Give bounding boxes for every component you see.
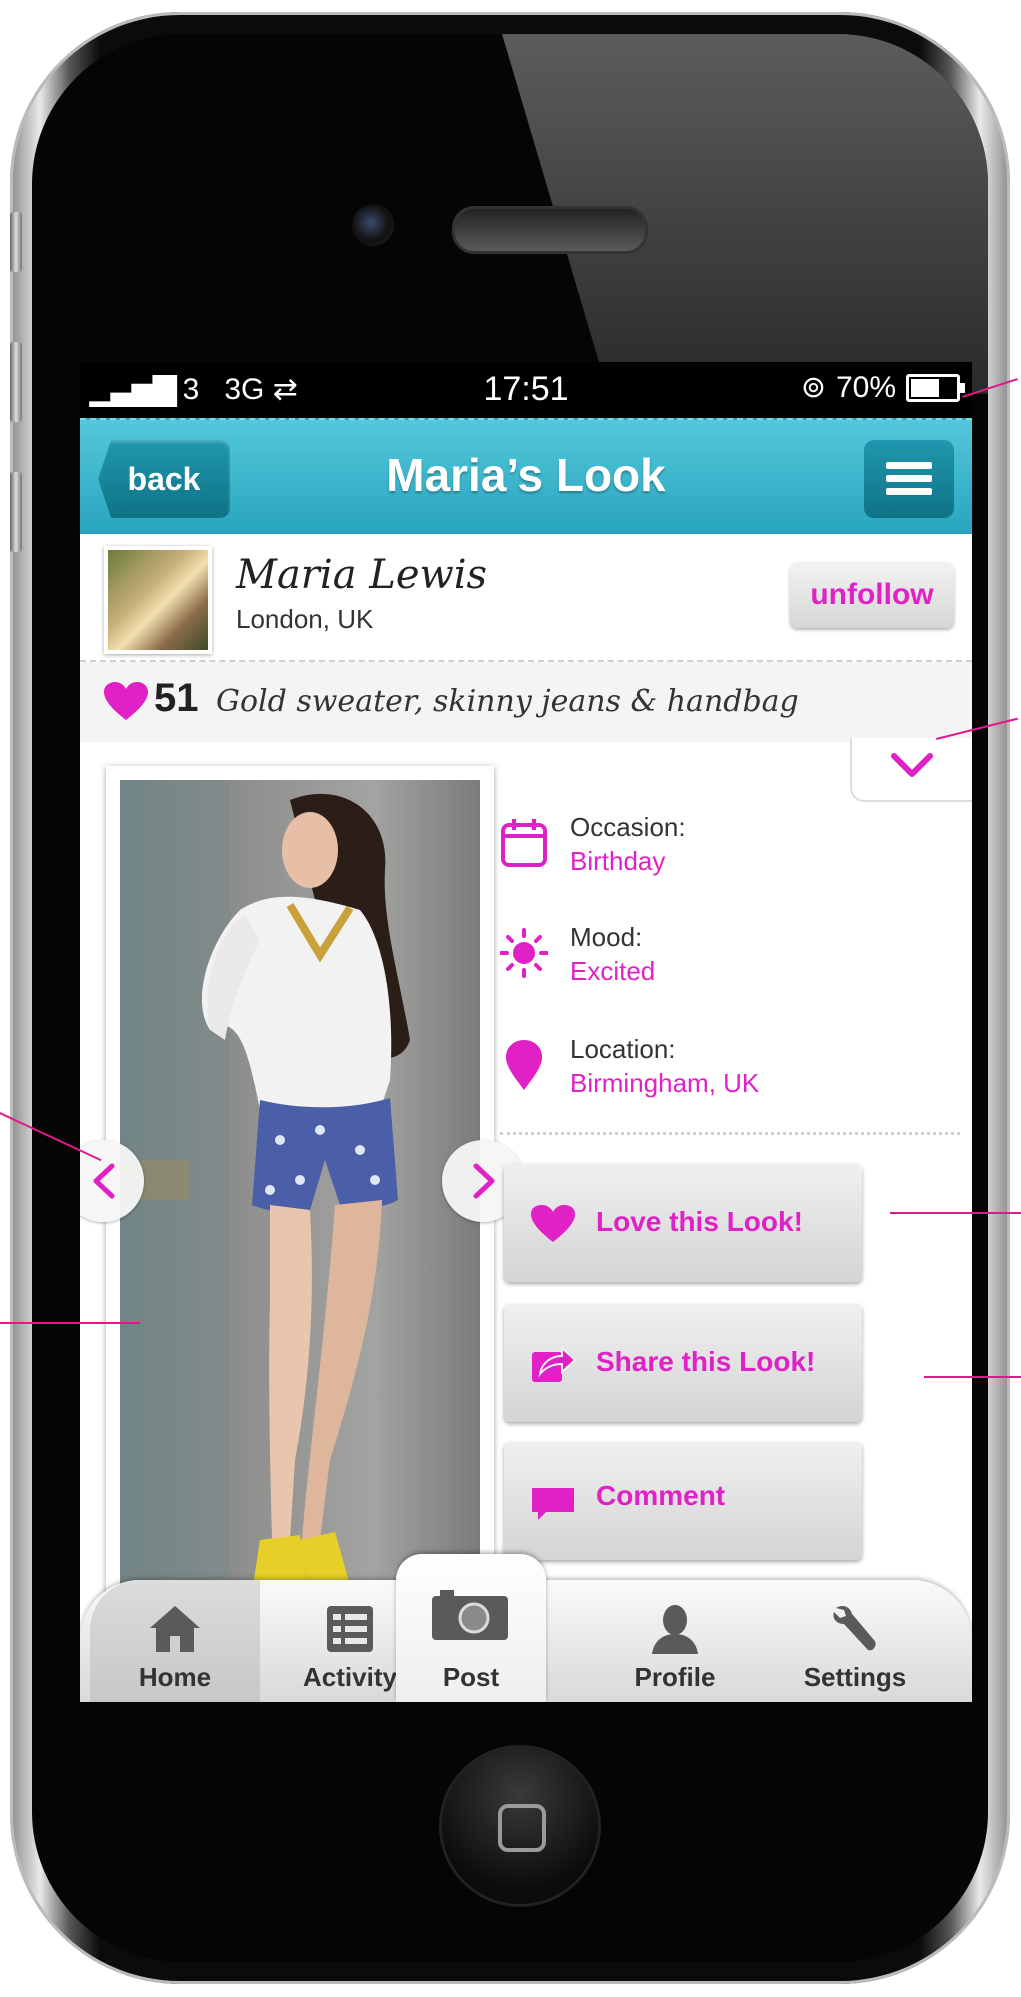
menu-icon [886, 462, 932, 469]
comment-button[interactable]: Comment [504, 1442, 862, 1560]
detail-value: Excited [570, 956, 656, 986]
share-icon [532, 1345, 576, 1382]
battery-icon [906, 373, 965, 402]
home-square-icon [498, 1804, 546, 1852]
tab-post[interactable]: Post [396, 1554, 546, 1702]
tab-label: Settings [803, 1662, 907, 1692]
tab-label: Home [138, 1662, 212, 1692]
tab-bar: Home Activity Post Profile Settings [80, 1554, 972, 1702]
look-title: Gold sweater, skinny jeans & handbag [216, 684, 799, 719]
tab-home[interactable]: Home [90, 1580, 260, 1702]
share-look-label: Share this Look! [596, 1346, 816, 1377]
status-right: ⊚ 70% [800, 370, 965, 405]
tab-label: Post [442, 1662, 500, 1692]
chevron-left-icon [93, 1163, 115, 1199]
sun-icon [500, 928, 548, 978]
location-pin-icon [506, 1040, 542, 1090]
detail-occasion: Occasion: Birthday [500, 812, 960, 892]
expand-details-button[interactable] [850, 738, 972, 802]
home-button[interactable] [442, 1748, 598, 1904]
volume-down-button [10, 472, 22, 552]
avatar[interactable] [104, 546, 212, 654]
callout-line [924, 1376, 1021, 1378]
details-divider [500, 1132, 960, 1135]
house-icon [150, 1606, 200, 1652]
calendar-icon [501, 819, 547, 867]
like-count: 51 [154, 676, 199, 720]
navigation-bar: back Maria’s Look [80, 418, 972, 536]
menu-icon [886, 475, 932, 482]
app-screen: ▁▃▅▇ 3 3G ⇄ 17:51 ⊚ 70% back Maria’s Loo… [80, 362, 972, 1702]
menu-icon [886, 488, 932, 495]
tab-profile[interactable]: Profile [590, 1572, 760, 1702]
user-location: London, UK [236, 604, 374, 634]
front-camera [352, 204, 394, 246]
heart-icon [531, 1205, 575, 1242]
detail-location: Location: Birmingham, UK [500, 1034, 960, 1114]
page-title: Maria’s Look [386, 449, 666, 501]
previous-photo-button[interactable] [80, 1140, 144, 1222]
phone-frame: ▁▃▅▇ 3 3G ⇄ 17:51 ⊚ 70% back Maria’s Loo… [10, 12, 1010, 1984]
volume-up-button [10, 342, 22, 422]
person-icon [652, 1605, 698, 1654]
callout-line [0, 1322, 140, 1324]
share-look-button[interactable]: Share this Look! [504, 1304, 862, 1422]
status-bar: ▁▃▅▇ 3 3G ⇄ 17:51 ⊚ 70% [80, 362, 972, 418]
love-look-label: Love this Look! [596, 1206, 803, 1237]
look-header: 51 Gold sweater, skinny jeans & handbag [80, 662, 972, 742]
camera-icon [432, 1590, 508, 1640]
battery-percent: 70% [835, 370, 896, 404]
user-name[interactable]: Maria Lewis [236, 552, 487, 598]
love-look-button[interactable]: Love this Look! [504, 1164, 862, 1282]
comment-icon [532, 1488, 574, 1520]
detail-mood: Mood: Excited [500, 922, 960, 1002]
detail-value: Birmingham, UK [570, 1068, 760, 1098]
heart-icon [104, 682, 148, 720]
wrench-icon [833, 1606, 876, 1651]
detail-value: Birthday [570, 846, 666, 876]
look-photo[interactable] [120, 780, 480, 1640]
tab-settings[interactable]: Settings [770, 1572, 940, 1702]
user-header: Maria Lewis London, UK unfollow [80, 534, 972, 662]
menu-button[interactable] [864, 440, 954, 518]
mute-switch [10, 212, 22, 272]
list-icon [327, 1606, 373, 1652]
earpiece-speaker [452, 206, 648, 254]
chevron-down-icon [891, 753, 933, 777]
tab-label: Profile [634, 1662, 716, 1692]
unfollow-button[interactable]: unfollow [790, 562, 954, 628]
detail-label: Occasion: [570, 812, 686, 842]
rotation-lock-icon: ⊚ [800, 371, 826, 404]
look-photo-frame [106, 766, 494, 1646]
detail-label: Location: [570, 1034, 676, 1064]
detail-label: Mood: [570, 922, 643, 952]
callout-line [890, 1212, 1021, 1214]
comment-label: Comment [596, 1480, 726, 1511]
outfit-photo-illustration [120, 780, 480, 1640]
